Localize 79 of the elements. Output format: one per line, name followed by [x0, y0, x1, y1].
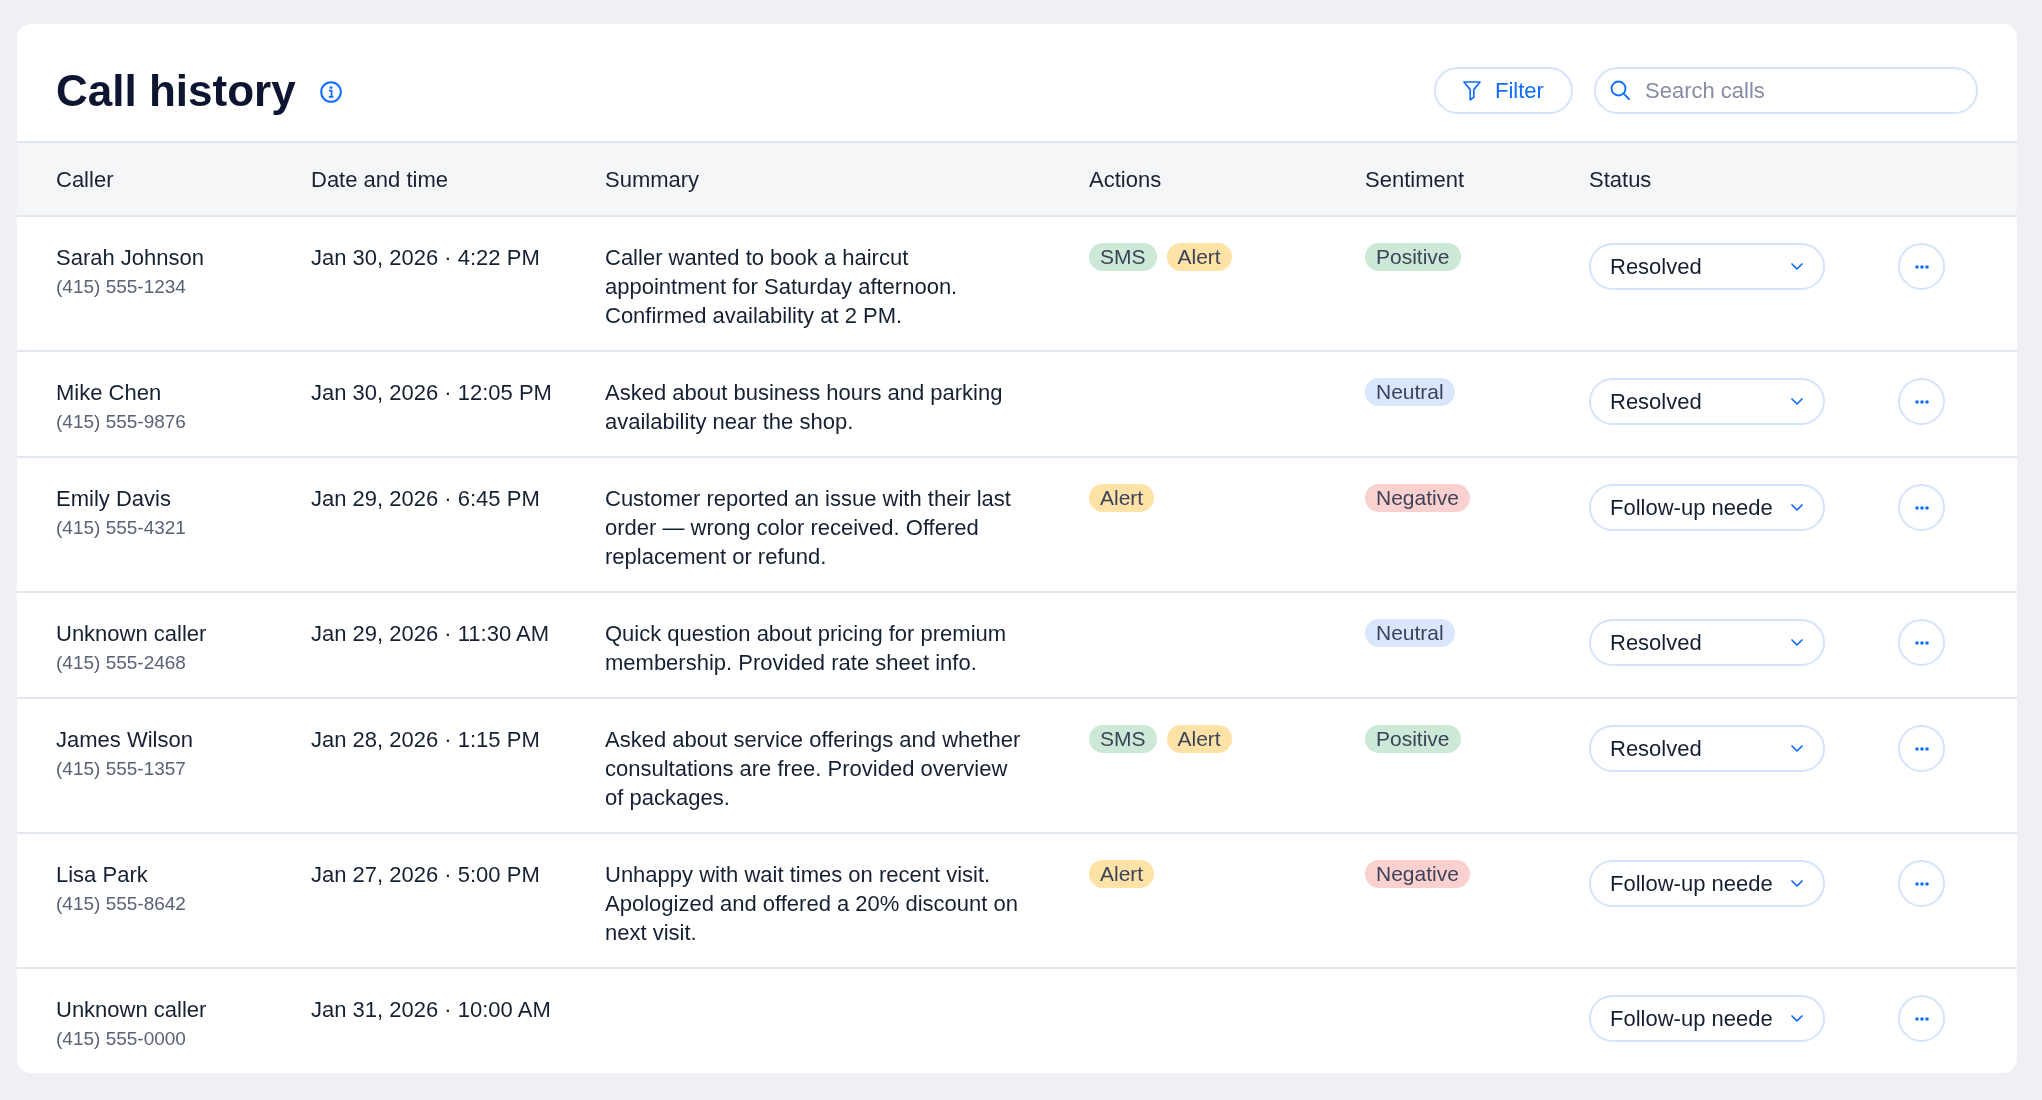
call-summary: Caller wanted to book a haircut appointment for Saturday afternoon. Confirmed availability at 2 PM. — [605, 244, 959, 330]
more-options-button[interactable] — [1898, 860, 1945, 907]
column-header: Summary — [605, 166, 700, 192]
status-dropdown[interactable]: Resolved — [1589, 378, 1825, 425]
filter-button[interactable]: Filter — [1434, 67, 1573, 114]
status-dropdown[interactable]: Resolved — [1589, 243, 1825, 290]
status-dropdown[interactable]: Follow-up neede — [1589, 995, 1825, 1042]
chevron-down-icon — [1791, 745, 1803, 752]
caller-name: Unknown caller — [56, 996, 207, 1024]
more-options-button[interactable] — [1898, 378, 1945, 425]
caller-name: James Wilson — [56, 726, 193, 754]
ellipsis-icon — [1914, 640, 1929, 645]
chevron-down-icon — [1791, 263, 1803, 270]
call-date-time: Jan 28, 2026 · 1:15 PM — [311, 726, 540, 754]
ellipsis-icon — [1914, 746, 1929, 751]
action-tag: Alert — [1089, 484, 1155, 512]
call-summary: Quick question about pricing for premium membership. Provided rate sheet info. — [605, 620, 1008, 677]
caller-phone: (415) 555-9876 — [56, 410, 186, 434]
caller-name: Unknown caller — [56, 620, 207, 648]
call-date-time: Jan 30, 2026 · 12:05 PM — [311, 379, 552, 407]
chevron-down-icon — [1791, 1015, 1803, 1022]
sentiment-tag: Negative — [1365, 860, 1470, 888]
more-options-button[interactable] — [1898, 484, 1945, 531]
sentiment-tag: Negative — [1365, 484, 1470, 512]
call-date-time: Jan 27, 2026 · 5:00 PM — [311, 861, 540, 889]
call-summary: Unhappy with wait times on recent visit. Apologized and offered a 20% discount on next visit. — [605, 861, 1019, 947]
action-tag: SMS — [1089, 725, 1157, 753]
caller-phone: (415) 555-1357 — [56, 757, 186, 781]
ellipsis-icon — [1914, 399, 1929, 404]
more-options-button[interactable] — [1898, 995, 1945, 1042]
caller-name: Mike Chen — [56, 379, 162, 407]
page-title: Call history — [56, 64, 296, 117]
chevron-down-icon — [1791, 398, 1803, 405]
ellipsis-icon — [1914, 1016, 1929, 1021]
filter-icon — [1463, 80, 1482, 101]
column-header: Caller — [56, 166, 114, 192]
action-tag: Alert — [1166, 243, 1232, 271]
more-options-button[interactable] — [1898, 243, 1945, 290]
caller-name: Emily Davis — [56, 485, 171, 513]
status-dropdown[interactable]: Follow-up neede — [1589, 484, 1825, 531]
call-date-time: Jan 29, 2026 · 6:45 PM — [311, 485, 540, 513]
status-dropdown[interactable]: Resolved — [1589, 619, 1825, 666]
caller-phone: (415) 555-8642 — [56, 892, 186, 916]
action-tag: SMS — [1089, 243, 1157, 271]
ellipsis-icon — [1914, 505, 1929, 510]
search-field[interactable]: Search calls — [1594, 67, 1978, 114]
chevron-down-icon — [1791, 880, 1803, 887]
caller-phone: (415) 555-0000 — [56, 1027, 186, 1051]
sentiment-tag: Neutral — [1365, 378, 1455, 406]
caller-phone: (415) 555-4321 — [56, 516, 186, 540]
call-date-time: Jan 31, 2026 · 10:00 AM — [311, 996, 551, 1024]
call-summary: Asked about business hours and parking availability near the shop. — [605, 379, 1004, 436]
more-options-button[interactable] — [1898, 725, 1945, 772]
search-icon — [1610, 80, 1630, 100]
caller-phone: (415) 555-2468 — [56, 651, 186, 675]
call-date-time: Jan 29, 2026 · 11:30 AM — [311, 620, 550, 648]
column-header: Status — [1589, 166, 1652, 192]
status-dropdown[interactable]: Follow-up neede — [1589, 860, 1825, 907]
column-header: Actions — [1089, 166, 1162, 192]
ellipsis-icon — [1914, 264, 1929, 269]
more-options-button[interactable] — [1898, 619, 1945, 666]
status-dropdown[interactable]: Resolved — [1589, 725, 1825, 772]
ellipsis-icon — [1914, 881, 1929, 886]
column-header: Date and time — [311, 166, 448, 192]
sentiment-tag: Neutral — [1365, 619, 1455, 647]
call-date-time: Jan 30, 2026 · 4:22 PM — [311, 244, 540, 272]
action-tag: Alert — [1166, 725, 1232, 753]
sentiment-tag: Positive — [1365, 725, 1461, 753]
caller-name: Lisa Park — [56, 861, 148, 889]
sentiment-tag: Positive — [1365, 243, 1461, 271]
caller-phone: (415) 555-1234 — [56, 275, 186, 299]
chevron-down-icon — [1791, 639, 1803, 646]
info-icon[interactable] — [319, 80, 342, 103]
caller-name: Sarah Johnson — [56, 244, 204, 272]
action-tag: Alert — [1089, 860, 1155, 888]
call-summary: Asked about service offerings and whether consultations are free. Provided overview of packages. — [605, 726, 1022, 812]
call-summary: Customer reported an issue with their last order — wrong color received. Offered replacement or refund. — [605, 485, 1012, 571]
column-header: Sentiment — [1365, 166, 1465, 192]
chevron-down-icon — [1791, 504, 1803, 511]
